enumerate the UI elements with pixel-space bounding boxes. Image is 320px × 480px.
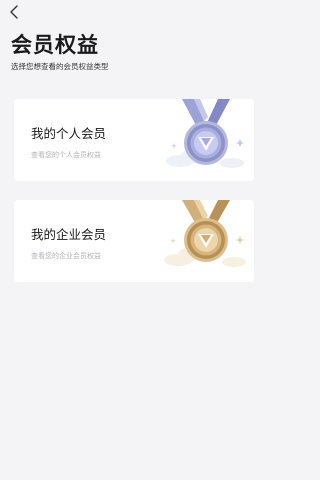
card-description: 查看您的个人会员权益 <box>31 151 101 159</box>
enterprise-membership-card[interactable]: 我的企业会员 查看您的企业会员权益 <box>14 200 254 282</box>
silver-medal-icon <box>160 99 250 181</box>
card-title: 我的企业会员 <box>31 227 107 242</box>
gold-medal-icon <box>160 200 250 282</box>
chevron-left-icon <box>10 5 18 19</box>
card-description: 查看您的企业会员权益 <box>31 252 101 260</box>
page-subtitle: 选择您想查看的会员权益类型 <box>11 62 109 71</box>
personal-membership-card[interactable]: 我的个人会员 查看您的个人会员权益 <box>14 99 254 181</box>
card-title: 我的个人会员 <box>31 126 107 141</box>
back-button[interactable] <box>8 4 22 20</box>
page-title: 会员权益 <box>11 33 99 57</box>
